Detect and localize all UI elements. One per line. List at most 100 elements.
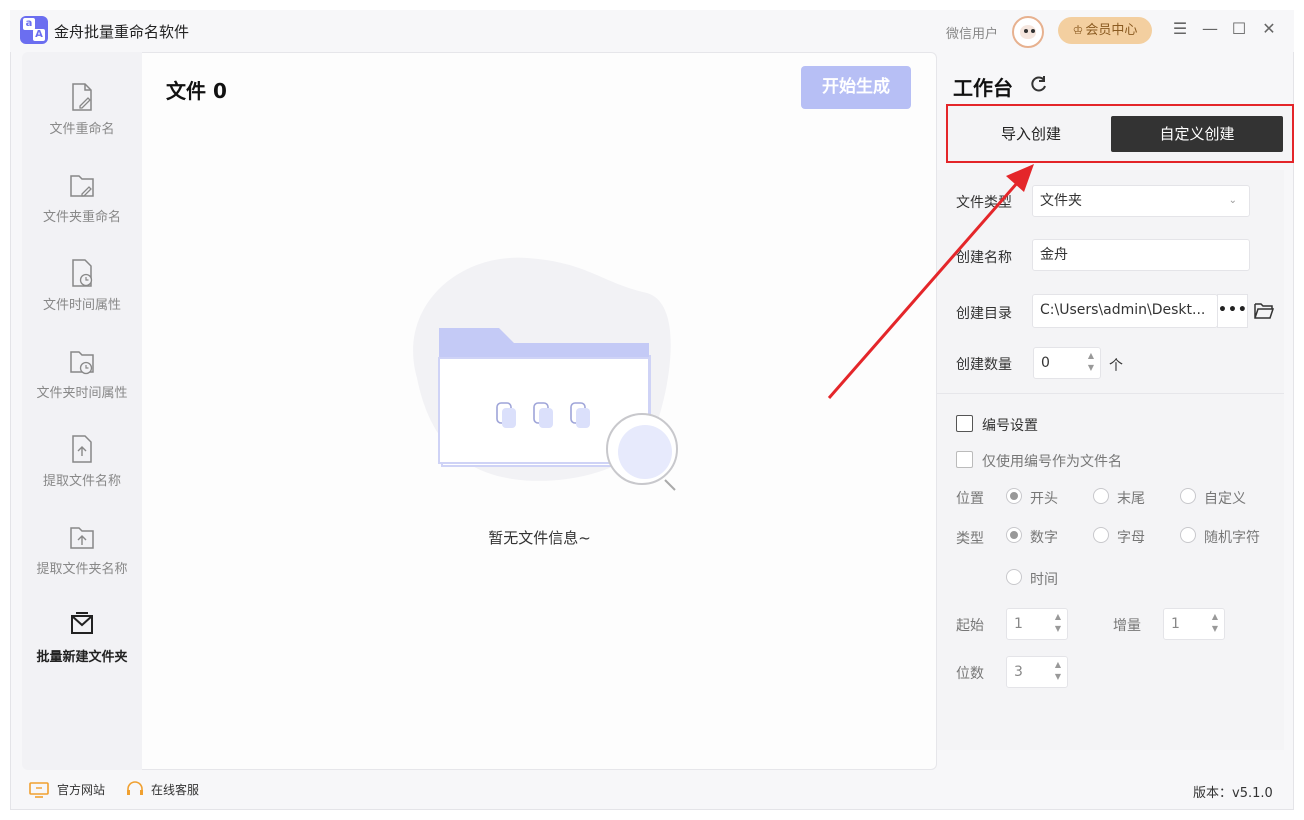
- stepper-arrows-icon[interactable]: ▲ ▼: [1052, 611, 1064, 637]
- minimize-icon[interactable]: —: [1200, 19, 1220, 39]
- only-number-label: 仅使用编号作为文件名: [982, 454, 1122, 470]
- create-count-value: 0: [1041, 355, 1050, 371]
- sidebar-item-folder-time[interactable]: 文件夹时间属性: [22, 346, 142, 426]
- numbering-label: 编号设置: [982, 418, 1038, 434]
- sidebar-item-batch-new-folder[interactable]: 批量新建文件夹: [22, 610, 142, 690]
- sidebar-item-label: 提取文件夹名称: [36, 562, 128, 577]
- count-unit: 个: [1109, 358, 1123, 374]
- form-divider: [937, 393, 1284, 394]
- file-type-label: 文件类型: [956, 195, 1012, 211]
- file-list-panel: 文件 0 开始生成 暂无文件信息~: [142, 52, 937, 770]
- type-random-radio[interactable]: [1180, 527, 1196, 543]
- sidebar-item-label: 批量新建文件夹: [36, 650, 128, 665]
- file-type-value: 文件夹: [1040, 193, 1082, 209]
- app-logo-letter-A: A: [33, 29, 45, 41]
- file-upload-icon: [72, 435, 92, 463]
- create-count-stepper[interactable]: 0 ▲ ▼: [1033, 347, 1101, 379]
- online-support-link[interactable]: 在线客服: [151, 781, 199, 798]
- create-name-input[interactable]: 金舟: [1032, 239, 1250, 271]
- type-letter-label: 字母: [1117, 530, 1145, 546]
- folder-clock-icon: [70, 351, 94, 375]
- sidebar-item-label: 文件夹时间属性: [36, 386, 128, 401]
- only-number-checkbox[interactable]: [956, 451, 973, 468]
- workbench-title: 工作台: [953, 76, 1013, 100]
- tab-custom-create[interactable]: 自定义创建: [1111, 116, 1283, 152]
- position-end-label: 末尾: [1117, 491, 1145, 507]
- start-generate-button[interactable]: 开始生成: [801, 66, 911, 109]
- version-label: 版本：v5.1.0: [1193, 786, 1273, 801]
- refresh-icon[interactable]: [1029, 74, 1049, 94]
- create-count-label: 创建数量: [956, 357, 1012, 373]
- digits-value: 3: [1014, 664, 1023, 680]
- sidebar-item-file-rename[interactable]: 文件重命名: [22, 82, 142, 162]
- sidebar-item-label: 文件时间属性: [42, 298, 121, 313]
- type-random-label: 随机字符: [1204, 530, 1260, 546]
- titlebar: a A 金舟批量重命名软件 微信用户 ♔ 会员中心 ☰ — ☐ ✕: [10, 10, 1294, 52]
- folder-new-icon: [71, 612, 93, 634]
- position-custom-label: 自定义: [1204, 491, 1246, 507]
- increment-value: 1: [1171, 616, 1180, 632]
- numbering-checkbox[interactable]: [956, 415, 973, 432]
- avatar[interactable]: [1012, 16, 1044, 48]
- type-number-label: 数字: [1030, 530, 1058, 546]
- stepper-arrows-icon[interactable]: ▲ ▼: [1052, 659, 1064, 685]
- chevron-down-icon: ⌄: [1228, 195, 1237, 206]
- maximize-icon[interactable]: ☐: [1229, 19, 1249, 39]
- app-title: 金舟批量重命名软件: [54, 23, 190, 41]
- vip-center-label: 会员中心: [1085, 23, 1138, 38]
- start-value: 1: [1014, 616, 1023, 632]
- stepper-arrows-icon[interactable]: ▲ ▼: [1209, 611, 1221, 637]
- type-number-radio[interactable]: [1006, 527, 1022, 543]
- sidebar-item-file-time[interactable]: 文件时间属性: [22, 258, 142, 338]
- increment-stepper[interactable]: 1 ▲ ▼: [1163, 608, 1225, 640]
- tab-import-create[interactable]: 导入创建: [956, 116, 1106, 152]
- avatar-eye-left: [1024, 29, 1028, 33]
- type-time-radio[interactable]: [1006, 569, 1022, 585]
- type-time-label: 时间: [1030, 572, 1058, 588]
- position-start-label: 开头: [1030, 491, 1058, 507]
- type-letter-radio[interactable]: [1093, 527, 1109, 543]
- user-name[interactable]: 微信用户: [946, 23, 998, 42]
- sidebar-item-label: 提取文件名称: [42, 474, 121, 489]
- stepper-arrows-icon[interactable]: ▲ ▼: [1085, 350, 1097, 376]
- close-icon[interactable]: ✕: [1259, 19, 1279, 39]
- create-dir-input[interactable]: C:\Users\admin\Deskt...: [1032, 294, 1218, 328]
- monitor-icon: [29, 782, 49, 798]
- position-end-radio[interactable]: [1093, 488, 1109, 504]
- sidebar-item-extract-folder-name[interactable]: 提取文件夹名称: [22, 522, 142, 602]
- position-custom-radio[interactable]: [1180, 488, 1196, 504]
- create-dir-label: 创建目录: [956, 306, 1012, 322]
- folder-upload-icon: [70, 527, 94, 549]
- start-label: 起始: [956, 618, 984, 634]
- file-clock-icon: [72, 259, 93, 287]
- type-label: 类型: [956, 531, 984, 547]
- folder-edit-icon: [70, 175, 94, 197]
- digits-stepper[interactable]: 3 ▲ ▼: [1006, 656, 1068, 688]
- menu-icon[interactable]: ☰: [1170, 19, 1190, 39]
- sidebar-item-label: 文件重命名: [49, 122, 115, 137]
- empty-message: 暂无文件信息~: [488, 529, 591, 547]
- vip-center-button[interactable]: ♔ 会员中心: [1058, 17, 1152, 44]
- create-name-label: 创建名称: [956, 250, 1012, 266]
- create-mode-tabs: 导入创建 自定义创建: [946, 104, 1294, 163]
- file-type-select[interactable]: 文件夹 ⌄: [1032, 185, 1250, 217]
- folder-open-icon[interactable]: [1254, 302, 1274, 320]
- official-website-link[interactable]: 官方网站: [57, 781, 105, 798]
- crown-icon: ♔: [1072, 23, 1084, 37]
- digits-label: 位数: [956, 666, 984, 682]
- position-label: 位置: [956, 491, 984, 507]
- sidebar-item-folder-rename[interactable]: 文件夹重命名: [22, 170, 142, 250]
- app-logo: a A: [20, 16, 48, 44]
- file-count-title: 文件 0: [166, 79, 227, 103]
- position-start-radio[interactable]: [1006, 488, 1022, 504]
- start-stepper[interactable]: 1 ▲ ▼: [1006, 608, 1068, 640]
- sidebar: 文件重命名 文件夹重命名 文件时间属性 文件夹时间属性 提取文件名称 提取文件夹…: [22, 52, 142, 770]
- increment-label: 增量: [1113, 618, 1141, 634]
- sidebar-item-label: 文件夹重命名: [42, 210, 121, 225]
- file-edit-icon: [72, 83, 92, 111]
- avatar-eye-right: [1031, 29, 1035, 33]
- browse-dir-button[interactable]: •••: [1217, 294, 1248, 328]
- sidebar-item-extract-file-name[interactable]: 提取文件名称: [22, 434, 142, 514]
- empty-folder-illustration: [413, 257, 678, 491]
- headset-icon: [127, 781, 143, 795]
